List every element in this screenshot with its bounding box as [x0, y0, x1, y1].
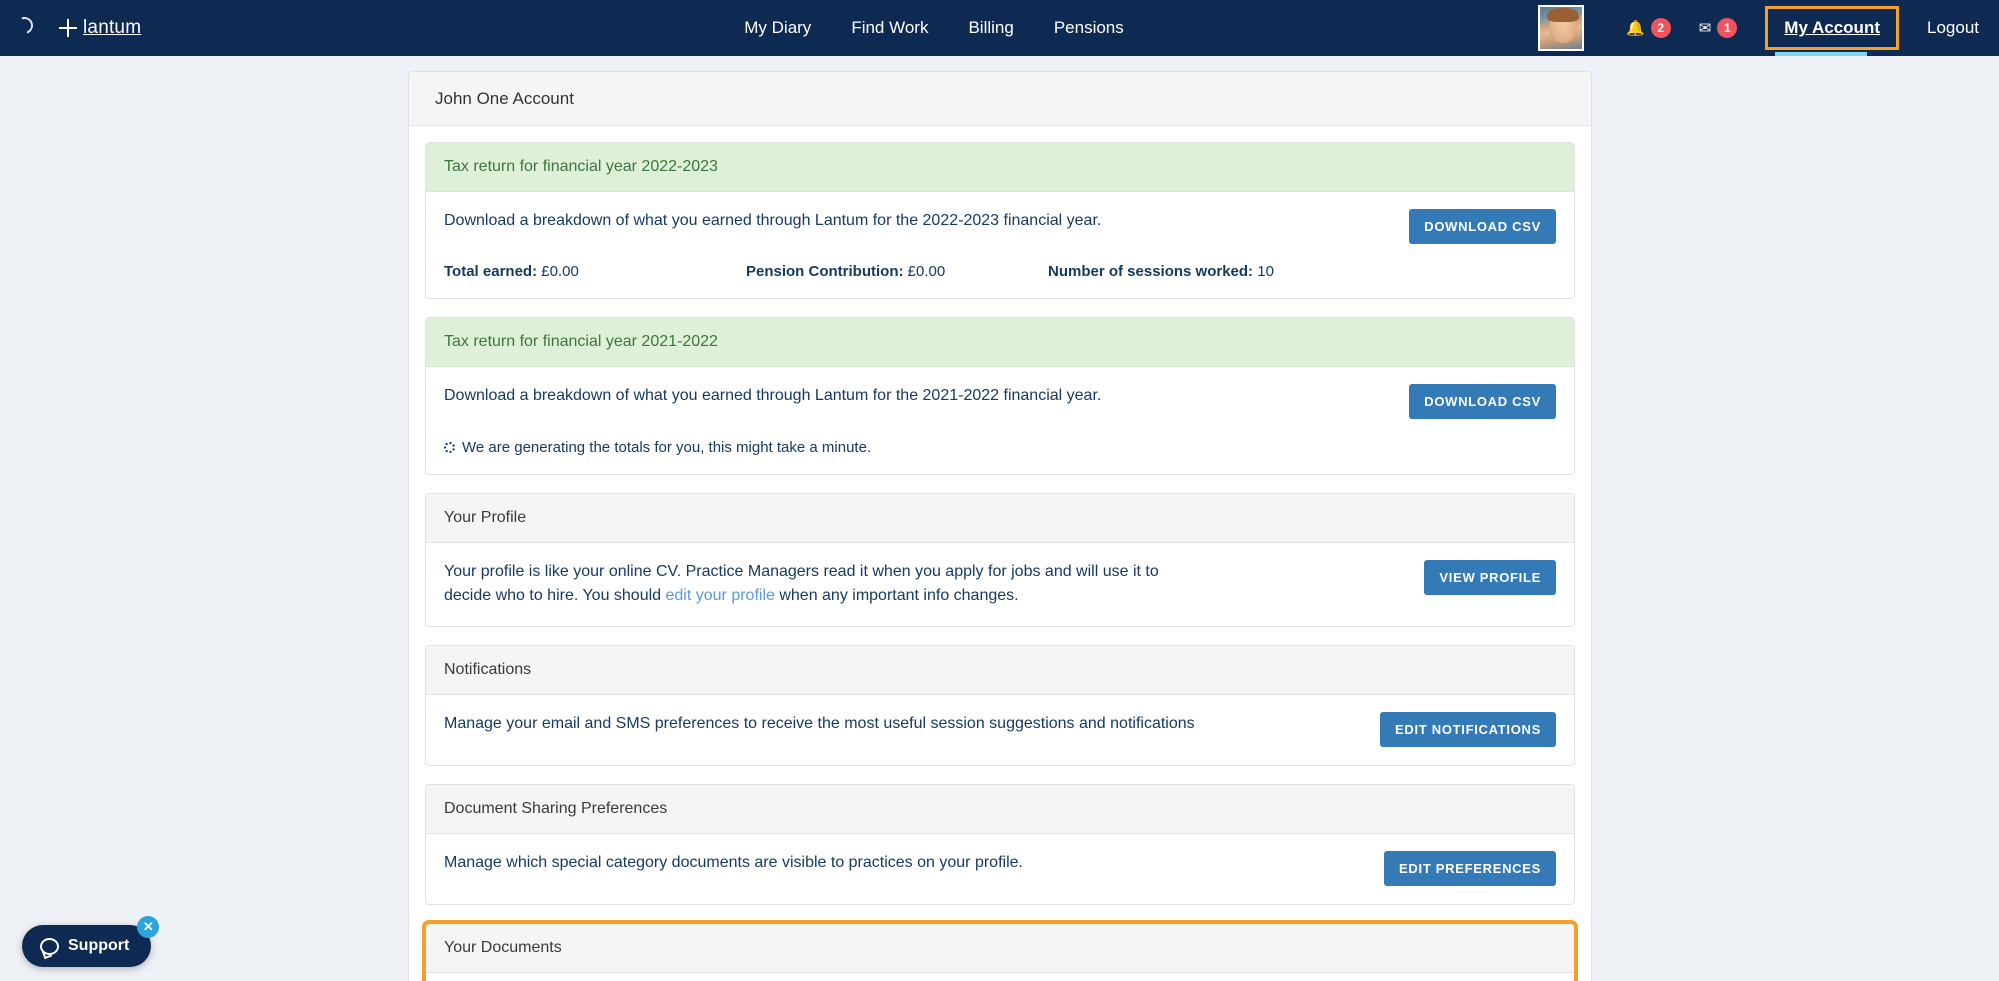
bell-icon: 🔔 [1626, 19, 1645, 37]
download-csv-button-2022-2023[interactable]: DOWNLOAD CSV [1409, 209, 1556, 244]
avatar[interactable] [1538, 5, 1585, 51]
tax-stats-row: Total earned: £0.00 Pension Contribution… [444, 263, 1556, 280]
edit-preferences-button[interactable]: EDIT PREFERENCES [1384, 851, 1556, 886]
card-body: Manage which special category documents … [426, 834, 1574, 904]
card-row: Manage which special category documents … [444, 851, 1556, 886]
card-description: Download a breakdown of what you earned … [444, 212, 1102, 229]
card-tax-return-2021-2022: Tax return for financial year 2021-2022 … [425, 317, 1575, 475]
account-panel: John One Account Tax return for financia… [408, 71, 1592, 981]
stat-label: Number of sessions worked: [1048, 263, 1254, 280]
card-body: Download a breakdown of what you earned … [426, 192, 1574, 298]
envelope-icon: ✉ [1698, 19, 1712, 37]
download-csv-button-2021-2022[interactable]: DOWNLOAD CSV [1409, 384, 1556, 419]
nav-item-billing[interactable]: Billing [968, 18, 1013, 38]
card-notifications: Notifications Manage your email and SMS … [425, 645, 1575, 766]
my-account-wrapper: My Account [1765, 0, 1899, 58]
stat-value: £0.00 [541, 263, 579, 280]
card-header: Tax return for financial year 2022-2023 [426, 143, 1574, 192]
messages-badge-count: 1 [1717, 18, 1738, 38]
card-document-sharing-preferences: Document Sharing Preferences Manage whic… [425, 784, 1575, 905]
card-row: Download a breakdown of what you earned … [444, 384, 1556, 419]
loading-spinner-icon [444, 442, 455, 453]
card-row: Download a breakdown of what you earned … [444, 209, 1556, 244]
generating-status: We are generating the totals for you, th… [444, 439, 1556, 456]
card-description: Manage which special category documents … [444, 854, 1023, 871]
view-profile-button[interactable]: VIEW PROFILE [1424, 560, 1556, 595]
card-row: Manage your email and SMS preferences to… [444, 712, 1556, 747]
stat-value: 10 [1257, 263, 1274, 280]
card-your-profile: Your Profile Your profile is like your o… [425, 493, 1575, 627]
card-header: Document Sharing Preferences [426, 785, 1574, 834]
card-header: Tax return for financial year 2021-2022 [426, 318, 1574, 367]
card-description: Manage your email and SMS preferences to… [444, 715, 1195, 732]
edit-your-profile-link[interactable]: edit your profile [666, 587, 775, 604]
card-description: Your profile is like your online CV. Pra… [444, 560, 1204, 608]
stat-value: £0.00 [907, 263, 946, 280]
star-icon [59, 19, 77, 37]
page-content-area: John One Account Tax return for financia… [0, 56, 1999, 981]
brand-label: lantum [83, 17, 142, 38]
stat-sessions-worked: Number of sessions worked: 10 [1048, 263, 1274, 280]
page-title: John One Account [409, 72, 1591, 126]
stat-label: Total earned: [444, 263, 538, 280]
card-row: Your profile is like your online CV. Pra… [444, 560, 1556, 608]
nav-item-find-work[interactable]: Find Work [851, 18, 928, 38]
support-widget-button[interactable]: Support ✕ [22, 916, 160, 967]
panel-body: Tax return for financial year 2022-2023 … [409, 126, 1591, 981]
nav-item-my-diary[interactable]: My Diary [744, 18, 811, 38]
stat-label: Pension Contribution: [746, 263, 904, 280]
card-header: Notifications [426, 646, 1574, 695]
support-label: Support [68, 937, 130, 954]
card-body: Manage your email and SMS preferences to… [426, 695, 1574, 765]
card-body: Download a breakdown of what you earned … [426, 367, 1574, 474]
card-body: Your profile is like your online CV. Pra… [426, 543, 1574, 626]
card-description: Download a breakdown of what you earned … [444, 387, 1102, 404]
edit-notifications-button[interactable]: EDIT NOTIFICATIONS [1380, 712, 1556, 747]
profile-text-post: when any important info changes. [774, 587, 1019, 604]
notifications-badge-count: 2 [1650, 18, 1671, 38]
stat-pension-contribution: Pension Contribution: £0.00 [746, 263, 1048, 280]
card-tax-return-2022-2023: Tax return for financial year 2022-2023 … [425, 142, 1575, 299]
nav-right-group: 🔔 2 ✉ 1 My Account Logout [1538, 0, 1999, 58]
top-navigation-bar: lantum My Diary Find Work Billing Pensio… [0, 0, 1999, 58]
card-your-documents: Your Documents Upload more documents or … [422, 920, 1578, 981]
lantum-logo[interactable]: lantum [59, 17, 141, 39]
page-loading-spinner-icon [13, 13, 36, 37]
main-nav-links: My Diary Find Work Billing Pensions [330, 18, 1538, 38]
card-body: Upload more documents or download the do… [426, 973, 1574, 981]
nav-item-my-account[interactable]: My Account [1765, 6, 1899, 50]
stat-total-earned: Total earned: £0.00 [444, 263, 746, 280]
nav-item-pensions[interactable]: Pensions [1054, 18, 1124, 38]
card-header: Your Documents [426, 924, 1574, 973]
messages-indicator[interactable]: ✉ 1 [1699, 18, 1738, 38]
chat-bubble-icon [40, 937, 59, 955]
generating-status-text: We are generating the totals for you, th… [462, 439, 872, 456]
card-header: Your Profile [426, 494, 1574, 543]
notifications-indicator[interactable]: 🔔 2 [1626, 18, 1671, 38]
nav-item-logout[interactable]: Logout [1927, 18, 1979, 38]
